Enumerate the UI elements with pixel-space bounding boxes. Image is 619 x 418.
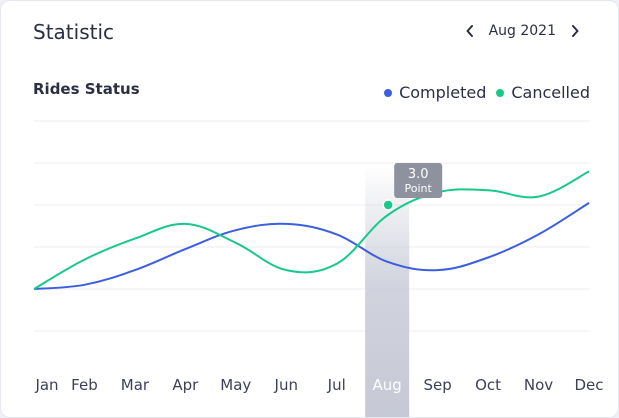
x-tick-label: Oct [475,376,501,394]
statistic-card: Statistic Aug 2021 Rides Status Complete… [0,0,619,418]
x-tick-label: Nov [524,376,553,394]
x-tick-label: Jun [274,376,298,394]
line-chart: 3.0Point Jan Feb Mar Apr May Jun Jul Aug Sep Oct No… [33,120,604,417]
x-tick-label: Apr [172,376,199,394]
x-tick-label: Jul [327,376,346,394]
highlight-point [382,199,394,211]
x-tick-label: May [220,376,251,394]
x-tick-label: Dec [574,376,603,394]
tooltip-unit: Point [405,182,433,195]
x-tick-label: Sep [423,376,451,394]
x-tick-label: Aug [373,376,402,394]
tooltip-value: 3.0 [408,167,429,182]
x-tick-label: Feb [71,376,98,394]
x-tick-label: Jan [34,376,58,394]
series-line-cancelled [33,170,590,290]
x-tick-label: Mar [121,376,150,394]
